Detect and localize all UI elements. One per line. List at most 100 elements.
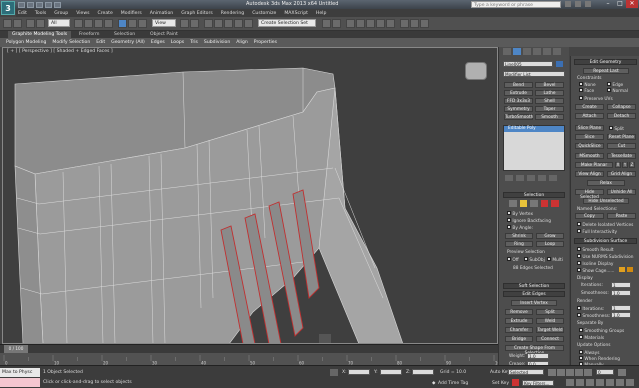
make-unique-icon[interactable] bbox=[527, 175, 535, 181]
tab-freeform[interactable]: Freeform bbox=[75, 31, 103, 38]
planar-x-button[interactable]: X bbox=[615, 162, 621, 168]
subscription-icon[interactable] bbox=[575, 1, 581, 7]
extrude-mod-button[interactable]: Extrude bbox=[504, 90, 533, 96]
show-cage-checkbox[interactable]: Show Cage...... bbox=[577, 268, 615, 274]
subdivision-surface-rollout[interactable]: Subdivision Surface bbox=[574, 238, 637, 244]
x-coordinate-field[interactable] bbox=[348, 369, 370, 375]
quickslice-button[interactable]: QuickSlice bbox=[575, 143, 604, 149]
ffd-button[interactable]: FFD 3x3x3 bbox=[504, 98, 533, 104]
shell-button[interactable]: Shell bbox=[535, 98, 564, 104]
close-button[interactable]: ✕ bbox=[626, 0, 638, 8]
unlink-icon[interactable] bbox=[36, 19, 45, 28]
render-production-icon[interactable] bbox=[420, 19, 429, 28]
delete-isolated-checkbox[interactable]: Delete Isolated Vertices bbox=[577, 222, 633, 228]
select-move-icon[interactable] bbox=[118, 19, 127, 28]
taper-button[interactable]: Taper bbox=[535, 106, 564, 112]
configure-sets-icon[interactable] bbox=[549, 175, 557, 181]
render-iterations-checkbox[interactable]: Iterations: bbox=[577, 306, 604, 312]
menu-views[interactable]: Views bbox=[76, 11, 89, 16]
constraint-normal-radio[interactable]: Normal bbox=[607, 88, 628, 94]
chamfer-button[interactable]: Chamfer bbox=[505, 327, 533, 333]
weld-button[interactable]: Weld bbox=[536, 318, 564, 324]
copy-button[interactable]: Copy bbox=[575, 213, 604, 219]
edit-geometry-rollout[interactable]: Edit Geometry bbox=[574, 59, 637, 65]
by-vertex-checkbox[interactable]: By Vertex bbox=[507, 211, 533, 217]
ribbon-loops[interactable]: Loops bbox=[171, 40, 184, 45]
zoom-extents-icon[interactable] bbox=[586, 379, 594, 386]
cut-button[interactable]: Cut bbox=[607, 143, 636, 149]
field-of-view-icon[interactable] bbox=[596, 379, 604, 386]
create-shape-button[interactable]: Create Shape From Selection bbox=[505, 345, 564, 356]
symmetry-button[interactable]: Symmetry bbox=[504, 106, 533, 112]
maximize-button[interactable]: □ bbox=[614, 0, 626, 8]
planar-z-button[interactable]: Z bbox=[629, 162, 635, 168]
time-configuration-icon[interactable] bbox=[618, 369, 626, 376]
modify-tab-icon[interactable] bbox=[513, 48, 521, 55]
minimize-button[interactable]: – bbox=[602, 0, 614, 8]
preview-off-radio[interactable]: Off bbox=[507, 257, 519, 263]
ribbon-edit[interactable]: Edit bbox=[96, 40, 105, 45]
ring-button[interactable]: Ring bbox=[505, 241, 533, 247]
keyboard-shortcut-icon[interactable] bbox=[204, 19, 213, 28]
y-coordinate-field[interactable] bbox=[380, 369, 402, 375]
go-to-end-icon[interactable] bbox=[584, 369, 592, 376]
ribbon-subdivision[interactable]: Subdivision bbox=[204, 40, 230, 45]
menu-animation[interactable]: Animation bbox=[150, 11, 173, 16]
msmooth-button[interactable]: MSmooth bbox=[575, 153, 604, 159]
utilities-tab-icon[interactable] bbox=[553, 48, 561, 55]
cage-color-swatch[interactable] bbox=[619, 267, 625, 272]
render-smoothness-checkbox[interactable]: Smoothness: bbox=[577, 313, 610, 319]
select-object-icon[interactable] bbox=[74, 19, 83, 28]
display-tab-icon[interactable] bbox=[543, 48, 551, 55]
schematic-view-icon[interactable] bbox=[376, 19, 385, 28]
unhide-all-button[interactable]: Unhide All bbox=[607, 189, 636, 195]
create-tab-icon[interactable] bbox=[503, 48, 511, 55]
new-icon[interactable] bbox=[18, 1, 25, 8]
redo-icon[interactable] bbox=[54, 1, 61, 8]
ribbon-edges[interactable]: Edges bbox=[151, 40, 165, 45]
soft-selection-rollout[interactable]: Soft Selection bbox=[503, 283, 565, 289]
z-coordinate-field[interactable] bbox=[412, 369, 434, 375]
auto-key-dropdown[interactable]: Selected bbox=[508, 369, 544, 375]
menu-group[interactable]: Group bbox=[54, 11, 68, 16]
display-iterations-field[interactable]: 1 bbox=[611, 282, 631, 288]
slice-button[interactable]: Slice bbox=[575, 134, 604, 140]
reference-coordinate-dropdown[interactable]: View bbox=[152, 19, 176, 27]
display-smoothness-field[interactable]: 1.0 bbox=[611, 290, 631, 296]
reset-plane-button[interactable]: Reset Plane bbox=[607, 134, 636, 140]
repeat-last-button[interactable]: Repeat Last bbox=[583, 68, 629, 74]
time-tag-icon[interactable]: ◆ bbox=[432, 381, 435, 386]
help-icon[interactable] bbox=[585, 1, 591, 7]
menu-edit[interactable]: Edit bbox=[18, 11, 27, 16]
vertex-level-icon[interactable] bbox=[509, 200, 517, 207]
preview-subobj-radio[interactable]: SubObj bbox=[524, 257, 545, 263]
spinner-snap-icon[interactable] bbox=[244, 19, 253, 28]
hide-unselected-button[interactable]: Hide Unselected bbox=[583, 198, 629, 204]
maxscript-listener-field[interactable]: Max to Physc bbox=[0, 368, 40, 377]
slice-plane-button[interactable]: Slice Plane bbox=[575, 125, 604, 131]
edge-level-icon[interactable] bbox=[519, 200, 528, 207]
ribbon-properties[interactable]: Properties bbox=[254, 40, 277, 45]
relax-button[interactable]: Relax bbox=[587, 180, 625, 186]
maximize-viewport-icon[interactable] bbox=[626, 379, 634, 386]
selection-filter-dropdown[interactable]: All bbox=[48, 19, 70, 27]
smoothing-groups-checkbox[interactable]: Smoothing Groups bbox=[579, 328, 624, 334]
angle-snap-icon[interactable] bbox=[224, 19, 233, 28]
bridge-button[interactable]: Bridge bbox=[505, 336, 533, 342]
ribbon-polygon-modeling[interactable]: Polygon Modeling bbox=[6, 40, 46, 45]
tab-object-paint[interactable]: Object Paint bbox=[146, 31, 182, 38]
play-icon[interactable] bbox=[566, 369, 574, 376]
bevel-button[interactable]: Bevel bbox=[535, 82, 564, 88]
window-crossing-icon[interactable] bbox=[104, 19, 113, 28]
hide-selected-button[interactable]: Hide Selected bbox=[575, 189, 604, 200]
ribbon-align[interactable]: Align bbox=[236, 40, 248, 45]
make-planar-button[interactable]: Make Planar bbox=[575, 162, 613, 168]
save-icon[interactable] bbox=[36, 1, 43, 8]
rendered-frame-icon[interactable] bbox=[410, 19, 419, 28]
smooth-button[interactable]: Smooth bbox=[535, 114, 564, 120]
menu-graph-editors[interactable]: Graph Editors bbox=[181, 11, 213, 16]
grid-align-button[interactable]: Grid Align bbox=[607, 171, 636, 177]
redo-button[interactable] bbox=[13, 19, 22, 28]
selection-rollout-header[interactable]: Selection bbox=[503, 192, 565, 198]
manipulate-icon[interactable] bbox=[190, 19, 199, 28]
